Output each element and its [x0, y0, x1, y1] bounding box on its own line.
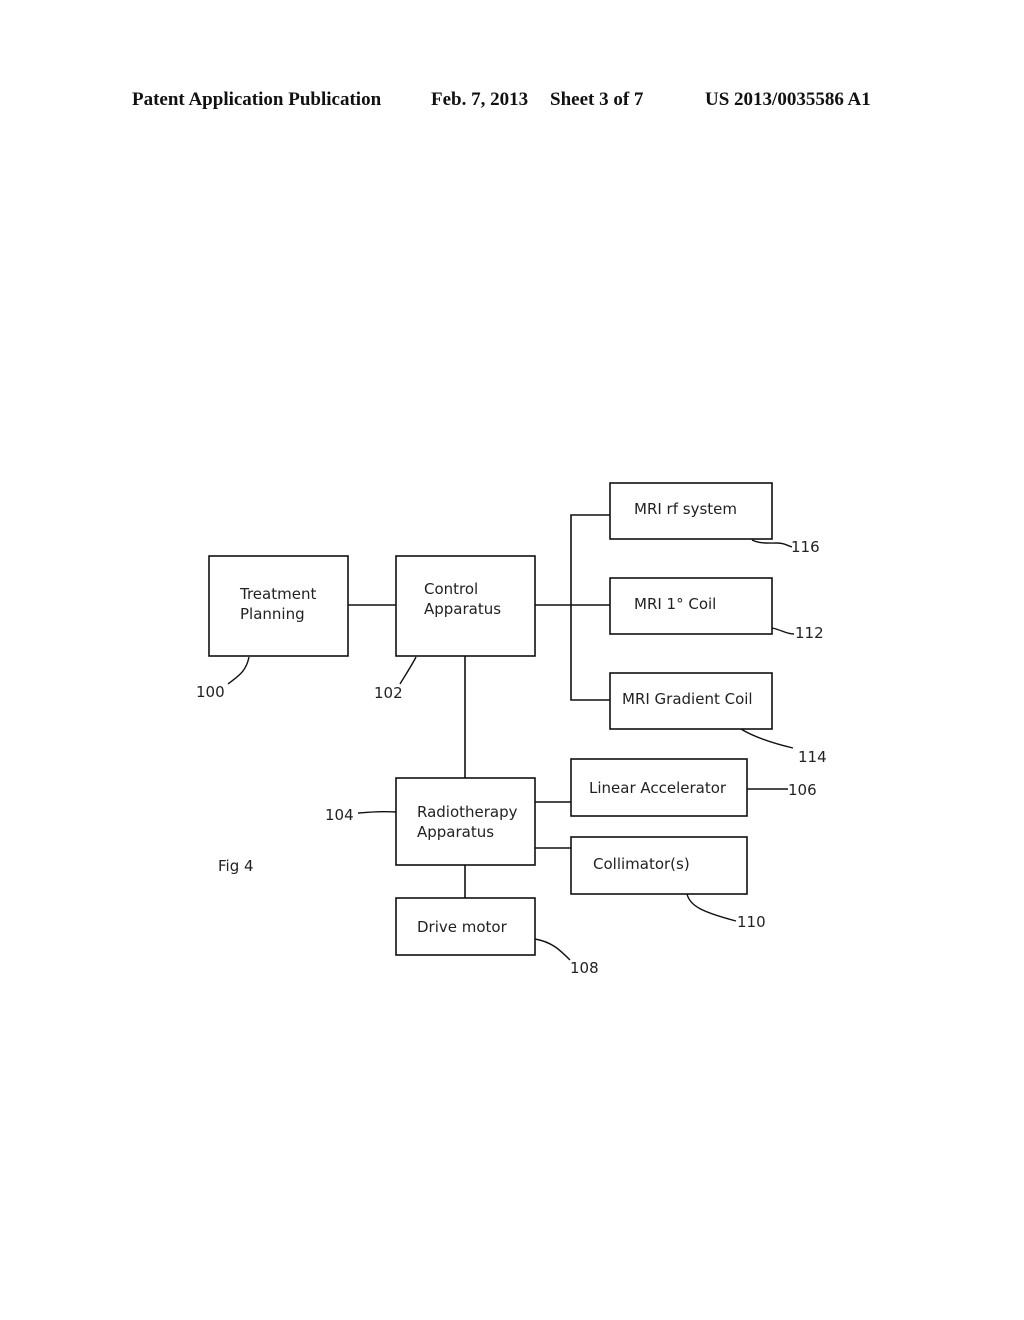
block-label: Linear Accelerator [589, 779, 727, 797]
block-label: Collimator(s) [593, 855, 690, 873]
block-linear-accelerator: Linear Accelerator 106 [570, 758, 817, 817]
block-label: Apparatus [417, 823, 494, 841]
reference-numeral: 106 [788, 781, 817, 799]
block-label: Control [424, 580, 478, 598]
block-label: MRI rf system [634, 500, 737, 518]
reference-numeral: 102 [374, 684, 403, 702]
reference-numeral: 104 [325, 806, 354, 824]
block-label: MRI Gradient Coil [622, 690, 753, 708]
block-control-apparatus: Control Apparatus 102 [374, 555, 536, 702]
block-label: Planning [240, 605, 305, 623]
block-mri-primary-coil: MRI 1° Coil 112 [609, 577, 824, 642]
leader-line [771, 627, 795, 635]
block-diagram: Treatment Planning 100 Control Apparatus… [196, 482, 827, 977]
block-mri-rf-system: MRI rf system 116 [609, 482, 820, 556]
reference-numeral: 112 [795, 624, 824, 642]
block-collimators: Collimator(s) 110 [570, 836, 766, 931]
block-label: MRI 1° Coil [634, 595, 716, 613]
block-label: Radiotherapy [417, 803, 518, 821]
leader-line [686, 893, 737, 922]
reference-numeral: 110 [737, 913, 766, 931]
block-label: Treatment [239, 585, 316, 603]
block-mri-gradient-coil: MRI Gradient Coil 114 [609, 672, 827, 766]
reference-numeral: 108 [570, 959, 599, 977]
block-treatment-planning: Treatment Planning 100 [196, 555, 349, 701]
reference-numeral: 100 [196, 683, 225, 701]
leader-line [740, 728, 794, 749]
reference-numeral: 114 [798, 748, 827, 766]
leader-line [534, 938, 571, 961]
connector-mri-bus [570, 514, 610, 701]
block-label: Apparatus [424, 600, 501, 618]
leader-line [399, 656, 417, 685]
figure-caption: Fig 4 [218, 857, 254, 875]
block-radiotherapy-apparatus: Radiotherapy Apparatus 104 [325, 777, 536, 866]
reference-numeral: 116 [791, 538, 820, 556]
block-drive-motor: Drive motor 108 [395, 897, 599, 977]
leader-line [227, 656, 250, 685]
leader-line [357, 810, 397, 814]
leader-line [751, 539, 793, 548]
block-label: Drive motor [417, 918, 508, 936]
